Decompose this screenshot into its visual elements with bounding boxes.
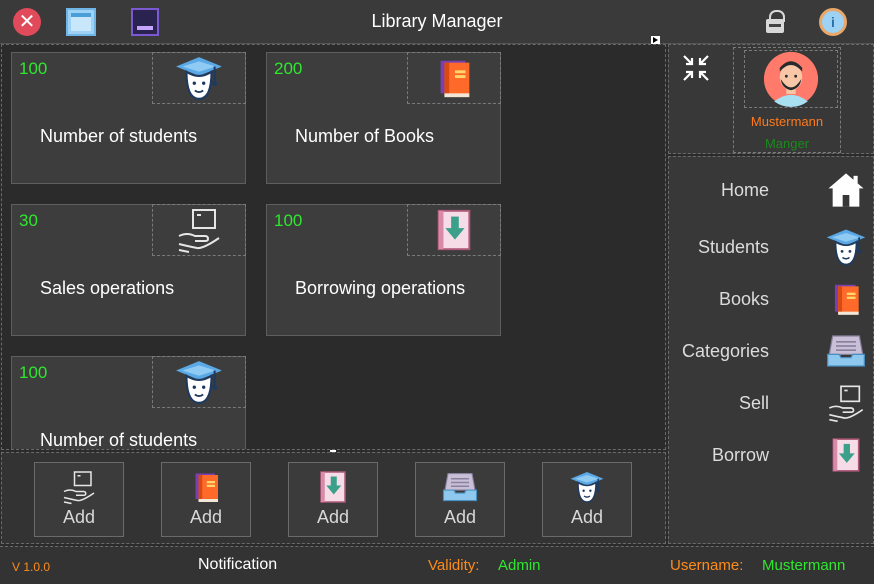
info-icon: i [819, 8, 847, 36]
card-students[interactable]: 100 Number of students [11, 52, 246, 184]
home-icon [826, 170, 866, 210]
card-value: 200 [274, 59, 303, 78]
lock-icon [766, 10, 785, 33]
sidebar-item-students[interactable]: Students [669, 224, 874, 270]
book-icon [187, 469, 225, 505]
username-value: Mustermann [762, 557, 846, 574]
version-label: V 1.0.0 [12, 560, 51, 574]
book-icon [827, 280, 865, 318]
add-label: Add [189, 507, 223, 527]
card-icon-box [152, 356, 246, 408]
card-icon-box [152, 204, 246, 256]
sidebar-item-categories[interactable]: Categories [669, 328, 874, 374]
profile-panel: Mustermann Manger [668, 44, 874, 154]
dashboard-area[interactable]: 100 Number of students 200 Number of Boo… [1, 44, 666, 450]
card-icon-box [407, 52, 501, 104]
avatar-icon [762, 51, 820, 107]
card-label: Sales operations [40, 278, 175, 298]
sidebar-nav: Home Students Books Categories Sell Borr… [668, 156, 874, 544]
sidebar-item-home[interactable]: Home [669, 167, 874, 213]
add-category-button[interactable]: Add [415, 462, 505, 537]
profile-name: Mustermann [750, 114, 824, 129]
book-icon [431, 54, 477, 102]
add-label: Add [316, 507, 350, 527]
card-label: Number of Books [295, 126, 435, 146]
sidebar-item-borrow[interactable]: Borrow [669, 432, 874, 478]
sidebar-item-label: Books [718, 288, 769, 309]
card-value: 100 [274, 211, 303, 230]
window-title: Library Manager [371, 11, 503, 31]
profile-role: Manger [764, 136, 810, 151]
add-label: Add [443, 507, 477, 527]
add-student-button[interactable]: Add [542, 462, 632, 537]
add-label: Add [62, 507, 96, 527]
card-value: 100 [19, 59, 48, 78]
lock-button[interactable] [760, 7, 790, 37]
borrow-book-icon [314, 469, 352, 505]
quick-add-bar: Add Add Add Add Add [1, 452, 666, 544]
shrink-button[interactable] [681, 53, 711, 83]
add-sale-button[interactable]: Add [34, 462, 124, 537]
avatar [744, 50, 838, 108]
status-bar: V 1.0.0 Notification Validity: Admin Use… [0, 546, 874, 584]
card-value: 30 [19, 211, 38, 230]
username-label: Username: [670, 557, 744, 574]
add-label: Add [570, 507, 604, 527]
card-label: Number of students [40, 430, 198, 450]
sidebar-item-label: Borrow [711, 444, 769, 465]
card-borrowing[interactable]: 100 Borrowing operations [266, 204, 501, 336]
sell-hand-icon [826, 383, 866, 423]
card-label: Borrowing operations [295, 278, 466, 298]
graduate-icon [173, 357, 225, 407]
card-icon-box [152, 52, 246, 104]
sell-hand-icon [175, 206, 223, 254]
notification-button[interactable]: Notification [198, 556, 277, 574]
card-value: 100 [19, 363, 48, 382]
card-books[interactable]: 200 Number of Books [266, 52, 501, 184]
validity-value: Admin [498, 557, 541, 574]
sell-hand-icon [59, 469, 99, 505]
sidebar-item-label: Sell [738, 392, 769, 413]
info-button[interactable]: i [818, 7, 848, 37]
add-borrow-button[interactable]: Add [288, 462, 378, 537]
category-tray-icon [825, 331, 867, 371]
category-tray-icon [440, 469, 480, 505]
sidebar-item-label: Categories [681, 340, 769, 361]
title-bar: ✕ Library Manager i [0, 0, 874, 44]
validity-label: Validity: [428, 557, 480, 574]
graduate-icon [825, 226, 867, 268]
card-icon-box [407, 204, 501, 256]
shrink-icon [681, 53, 711, 83]
card-students-2[interactable]: 100 Number of students [11, 356, 246, 450]
borrow-book-icon [827, 435, 865, 475]
sidebar-item-label: Students [697, 236, 769, 257]
sidebar-item-books[interactable]: Books [669, 276, 874, 322]
sidebar-item-sell[interactable]: Sell [669, 380, 874, 426]
card-sales[interactable]: 30 Sales operations [11, 204, 246, 336]
graduate-icon [567, 469, 607, 505]
borrow-book-icon [431, 206, 477, 254]
sidebar-item-label: Home [720, 179, 769, 200]
card-label: Number of students [40, 126, 198, 146]
graduate-icon [173, 53, 225, 103]
add-book-button[interactable]: Add [161, 462, 251, 537]
user-profile[interactable]: Mustermann Manger [733, 47, 841, 153]
